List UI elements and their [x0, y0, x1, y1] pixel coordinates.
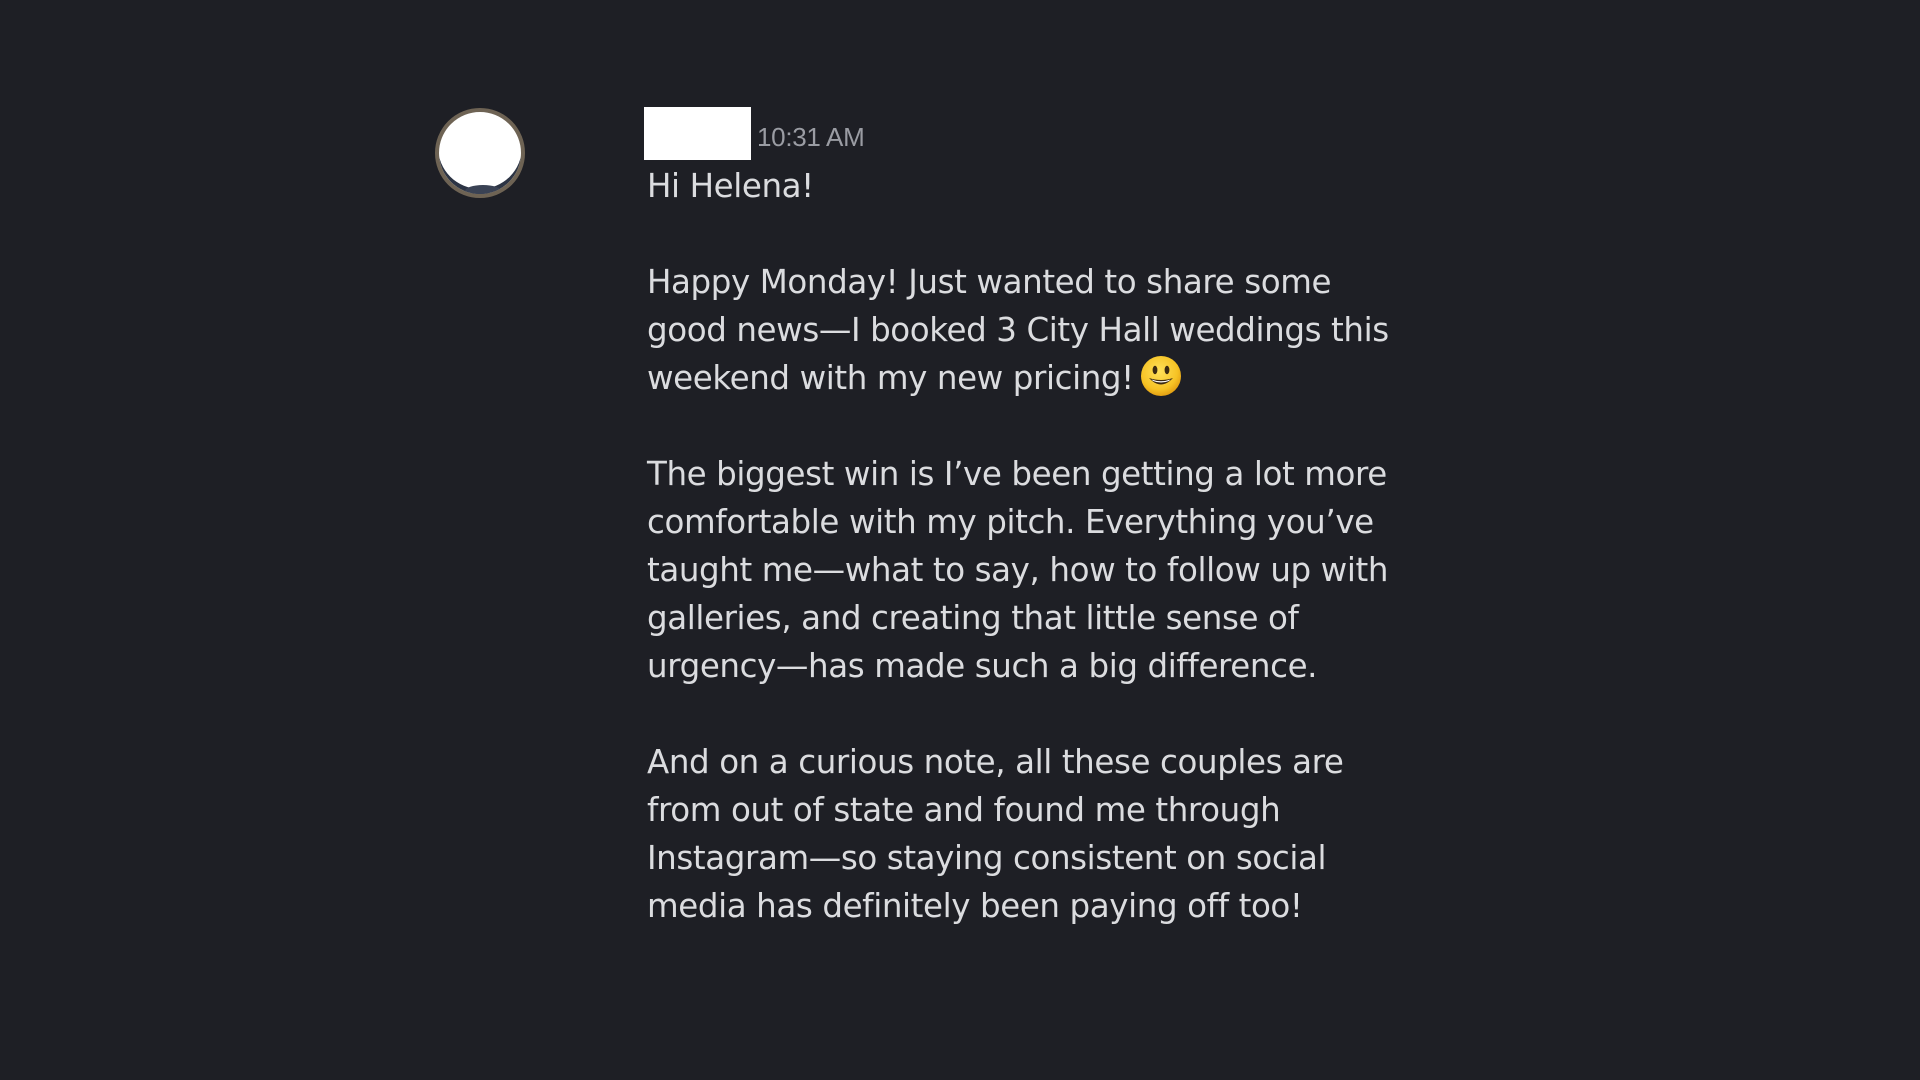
message-paragraph: Happy Monday! Just wanted to share some … [647, 258, 1407, 402]
message-content: Hi Helena! Happy Monday! Just wanted to … [647, 162, 1407, 930]
smiling-face-emoji-icon [1140, 356, 1181, 396]
chat-message: 10:31 AM Hi Helena! Happy Monday! Just w… [435, 107, 1487, 925]
avatar[interactable] [435, 108, 525, 198]
avatar-photo-edge [465, 185, 501, 194]
message-paragraph: Hi Helena! [647, 167, 814, 205]
message-header: 10:31 AM [527, 107, 1487, 160]
message-timestamp[interactable]: 10:31 AM [757, 122, 865, 153]
username-redacted[interactable] [644, 107, 751, 160]
message-paragraph-text: Happy Monday! Just wanted to share some … [647, 263, 1389, 397]
message-paragraph: And on a curious note, all these couples… [647, 743, 1344, 925]
message-paragraph: The biggest win is I’ve been getting a l… [647, 455, 1389, 685]
